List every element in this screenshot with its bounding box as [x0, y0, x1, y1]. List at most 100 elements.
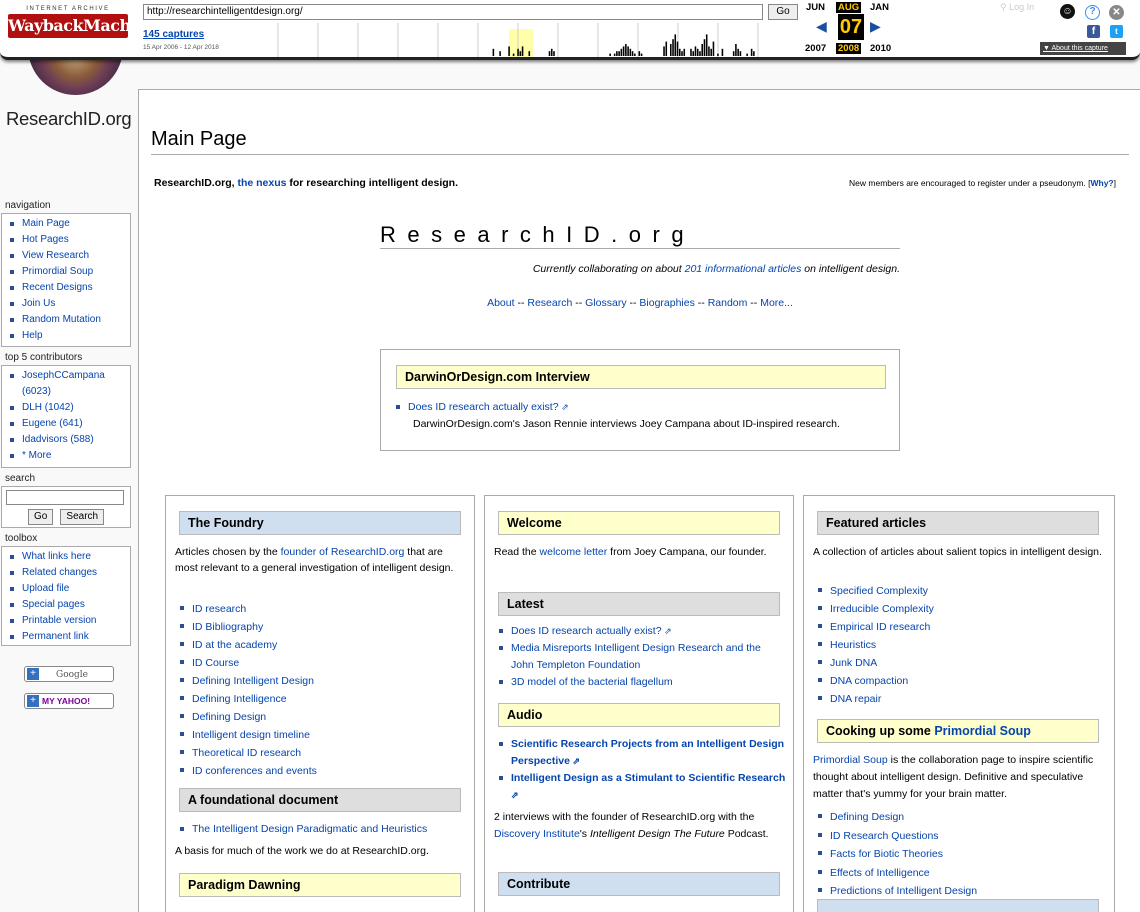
welcome-letter-link[interactable]: welcome letter: [540, 546, 608, 558]
welcome-box: Welcome Read the welcome letter from Joe…: [484, 495, 794, 912]
foundry-item[interactable]: ID conferences and events: [175, 762, 467, 780]
contributor-item[interactable]: JosephCCampana (6023): [8, 368, 126, 400]
interview-link[interactable]: Does ID research actually exist?: [391, 399, 891, 416]
foundry-item[interactable]: ID research: [175, 600, 467, 618]
navigation-item[interactable]: Primordial Soup: [8, 264, 126, 280]
navigation-item[interactable]: Hot Pages: [8, 232, 126, 248]
featured-item[interactable]: Junk DNA: [813, 654, 1105, 672]
paradigmatic-heuristics-link[interactable]: The Intelligent Design Paradigmatic and …: [175, 821, 467, 838]
navigation-item[interactable]: Recent Designs: [8, 280, 126, 296]
wayback-toolbar: INTERNET ARCHIVE WaybackMachine http://r…: [0, 0, 1140, 60]
latest-item[interactable]: Media Misreports Intelligent Design Rese…: [494, 640, 786, 674]
year-prev[interactable]: 2007: [805, 43, 826, 54]
capture-bar: [663, 46, 665, 56]
search-input[interactable]: [6, 490, 124, 505]
primordial-soup-heading-link[interactable]: Primordial Soup: [934, 724, 1031, 738]
audio-item[interactable]: Intelligent Design as a Stimulant to Sci…: [494, 770, 786, 804]
foundry-item[interactable]: Defining Design: [175, 708, 467, 726]
articles-count-link[interactable]: 201 informational articles: [685, 263, 802, 275]
latest-item[interactable]: Does ID research actually exist?: [494, 623, 786, 640]
foundry-item[interactable]: Theoretical ID research: [175, 744, 467, 762]
founder-link[interactable]: founder of ResearchID.org: [281, 546, 405, 558]
login-link[interactable]: ⚲ Log In: [1000, 2, 1034, 13]
soup-item[interactable]: Effects of Intelligence: [813, 864, 1105, 883]
foundry-item[interactable]: Defining Intelligence: [175, 690, 467, 708]
capture-bar: [521, 46, 524, 56]
toolbox-item[interactable]: Special pages: [8, 597, 126, 613]
capture-bar: [694, 46, 697, 56]
topnav-link[interactable]: About: [487, 297, 514, 309]
toolbox-item[interactable]: Permanent link: [8, 629, 126, 645]
wayback-url-input[interactable]: http://researchintelligentdesign.org/: [143, 4, 763, 20]
facebook-icon[interactable]: f: [1087, 25, 1100, 38]
featured-item[interactable]: DNA compaction: [813, 672, 1105, 690]
search-go-button[interactable]: Go: [28, 509, 54, 525]
help-icon[interactable]: ?: [1085, 5, 1100, 20]
foundry-item[interactable]: Intelligent design timeline: [175, 726, 467, 744]
captures-link[interactable]: 145 captures: [143, 29, 204, 40]
internet-archive-label: INTERNET ARCHIVE: [26, 6, 110, 12]
soup-item[interactable]: ID Research Questions: [813, 827, 1105, 846]
why-link[interactable]: Why?: [1090, 178, 1113, 188]
month-prev[interactable]: JUN: [806, 2, 825, 13]
search-button[interactable]: Search: [60, 509, 105, 525]
navigation-item[interactable]: Random Mutation: [8, 312, 126, 328]
topnav-link[interactable]: Random: [708, 297, 748, 309]
month-next[interactable]: JAN: [870, 2, 889, 13]
discovery-institute-link[interactable]: Discovery Institute: [494, 828, 580, 840]
featured-item[interactable]: Irreducible Complexity: [813, 600, 1105, 618]
navigation-portlet: Main Page Hot Pages View Research Primordia…: [1, 213, 131, 347]
topnav-link[interactable]: More...: [760, 297, 793, 309]
twitter-icon[interactable]: t: [1110, 25, 1123, 38]
latest-item[interactable]: 3D model of the bacterial flagellum: [494, 674, 786, 691]
topnav-separator: --: [747, 297, 761, 309]
wayback-go-button[interactable]: Go: [768, 4, 798, 20]
capture-bar: [665, 41, 668, 56]
toolbox-item[interactable]: Printable version: [8, 613, 126, 629]
navigation-item[interactable]: Help: [8, 328, 126, 344]
topnav-link[interactable]: Research: [527, 297, 572, 309]
site-logo-text[interactable]: ResearchID.org: [6, 108, 132, 130]
calendar-navigator: JUN AUG JAN ◀ 07 ▶ 2007 2008 2010: [804, 0, 904, 56]
primordial-soup-link[interactable]: Primordial Soup: [813, 754, 888, 766]
toolbox-item[interactable]: Related changes: [8, 565, 126, 581]
year-next[interactable]: 2010: [870, 43, 891, 54]
contributor-item[interactable]: Eugene (641): [8, 416, 126, 432]
next-capture-arrow-icon[interactable]: ▶: [870, 18, 881, 35]
contributor-item[interactable]: * More: [8, 448, 126, 464]
topnav-link[interactable]: Biographies: [639, 297, 694, 309]
foundry-item[interactable]: Defining Intelligent Design: [175, 672, 467, 690]
soup-item[interactable]: Predictions of Intelligent Design: [813, 882, 1105, 901]
featured-item[interactable]: DNA repair: [813, 690, 1105, 708]
add-to-my-yahoo-button[interactable]: + MY YAHOO!: [24, 693, 114, 709]
soup-item[interactable]: Facts for Biotic Theories: [813, 845, 1105, 864]
nexus-link[interactable]: the nexus: [237, 177, 286, 189]
foundry-item[interactable]: ID at the academy: [175, 636, 467, 654]
navigation-item[interactable]: View Research: [8, 248, 126, 264]
foundry-item[interactable]: ID Bibliography: [175, 618, 467, 636]
navigation-item[interactable]: Main Page: [8, 216, 126, 232]
account-icon[interactable]: ☺: [1060, 4, 1075, 19]
add-to-google-button[interactable]: + Google: [24, 666, 114, 682]
foundry-item[interactable]: ID Course: [175, 654, 467, 672]
featured-item[interactable]: Specified Complexity: [813, 582, 1105, 600]
capture-bar: [669, 44, 672, 56]
audio-item[interactable]: Scientific Research Projects from an Int…: [494, 736, 786, 770]
capture-bar: [620, 48, 623, 56]
featured-item[interactable]: Heuristics: [813, 636, 1105, 654]
featured-item[interactable]: Empirical ID research: [813, 618, 1105, 636]
about-capture-button[interactable]: ▼ About this capture: [1040, 42, 1126, 55]
soup-item[interactable]: Defining Design: [813, 808, 1105, 827]
close-icon[interactable]: ✕: [1109, 5, 1124, 20]
topnav-link[interactable]: Glossary: [585, 297, 626, 309]
month-current: AUG: [836, 2, 862, 13]
wayback-logo[interactable]: INTERNET ARCHIVE WaybackMachine: [8, 6, 157, 38]
navigation-item[interactable]: Join Us: [8, 296, 126, 312]
prev-capture-arrow-icon[interactable]: ◀: [816, 18, 827, 35]
toolbox-item[interactable]: What links here: [8, 549, 126, 565]
capture-sparkline[interactable]: [268, 23, 798, 57]
contributor-item[interactable]: Idadvisors (588): [8, 432, 126, 448]
contributor-item[interactable]: DLH (1042): [8, 400, 126, 416]
toolbox-item[interactable]: Upload file: [8, 581, 126, 597]
paradigm-dawning-heading: Paradigm Dawning: [179, 873, 461, 897]
